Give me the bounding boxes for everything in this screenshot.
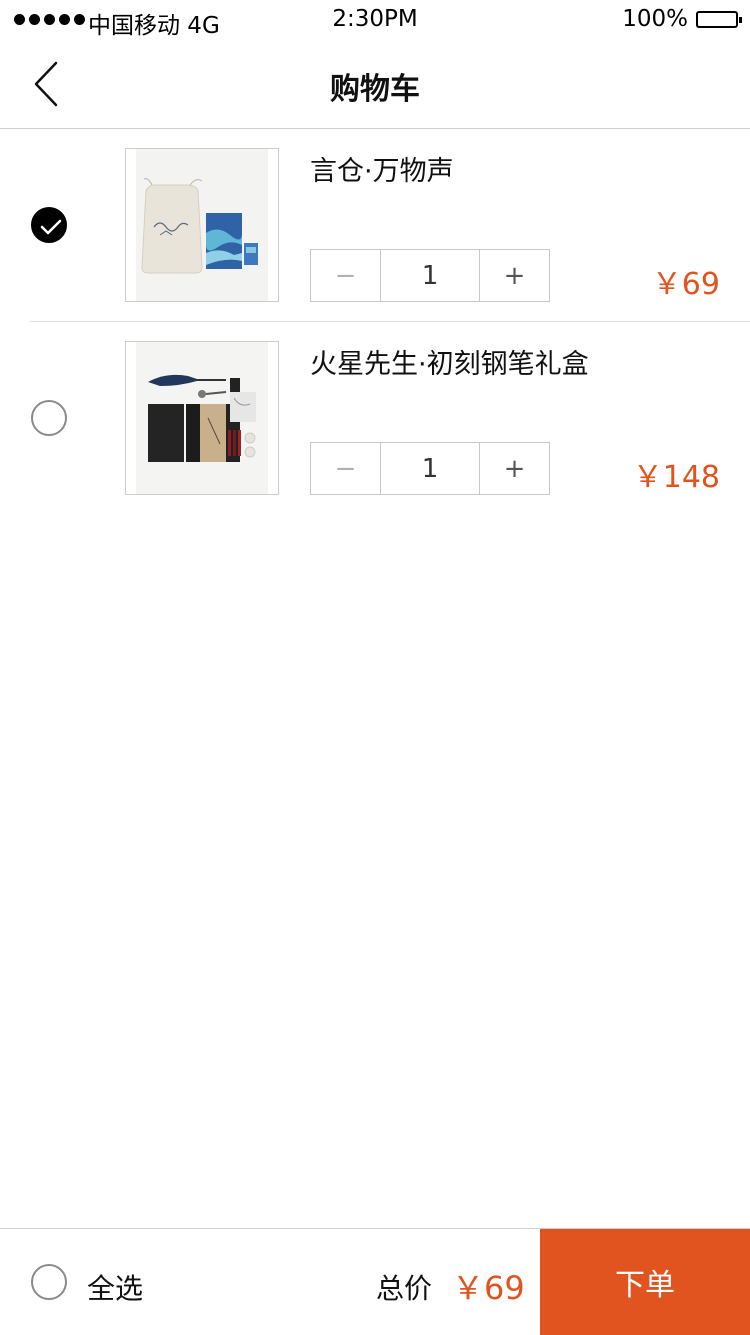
battery-percentage: 100% [622, 6, 688, 32]
decrease-quantity-button[interactable]: − [311, 443, 380, 494]
item-select-checkbox[interactable] [31, 207, 67, 243]
select-all-label[interactable]: 全选 [87, 1267, 143, 1307]
total-price: ￥69 [452, 1269, 525, 1307]
cart-footer: 全选 总价 ￥69 下单 [0, 1228, 750, 1335]
increase-quantity-button[interactable]: + [480, 443, 549, 494]
cart-item: 言仓·万物声 − 1 + ￥69 [0, 129, 750, 321]
checkmark-icon [40, 219, 62, 235]
product-name[interactable]: 言仓·万物声 [310, 149, 454, 188]
quantity-value[interactable]: 1 [380, 443, 480, 494]
nav-bar: 购物车 [0, 40, 750, 129]
product-image[interactable] [125, 148, 279, 302]
select-all-checkbox[interactable] [31, 1264, 67, 1300]
total-label: 总价 [376, 1272, 433, 1305]
item-select-checkbox[interactable] [31, 400, 67, 436]
quantity-value[interactable]: 1 [380, 250, 480, 301]
battery-icon [696, 11, 742, 28]
product-image[interactable] [125, 341, 279, 495]
product-price: ￥69 [651, 267, 720, 302]
checkout-button[interactable]: 下单 [540, 1229, 750, 1335]
product-name[interactable]: 火星先生·初刻钢笔礼盒 [310, 342, 589, 381]
product-price: ￥148 [632, 460, 720, 495]
status-bar: 中国移动 4G 2:30PM 100% [0, 0, 750, 40]
quantity-stepper: − 1 + [310, 249, 550, 302]
decrease-quantity-button[interactable]: − [311, 250, 380, 301]
cart-list: 言仓·万物声 − 1 + ￥69 火星先生·初刻钢笔礼盒 − 1 + ￥148 [0, 129, 750, 514]
quantity-stepper: − 1 + [310, 442, 550, 495]
page-title: 购物车 [330, 72, 420, 107]
cart-item: 火星先生·初刻钢笔礼盒 − 1 + ￥148 [30, 321, 750, 514]
increase-quantity-button[interactable]: + [480, 250, 549, 301]
